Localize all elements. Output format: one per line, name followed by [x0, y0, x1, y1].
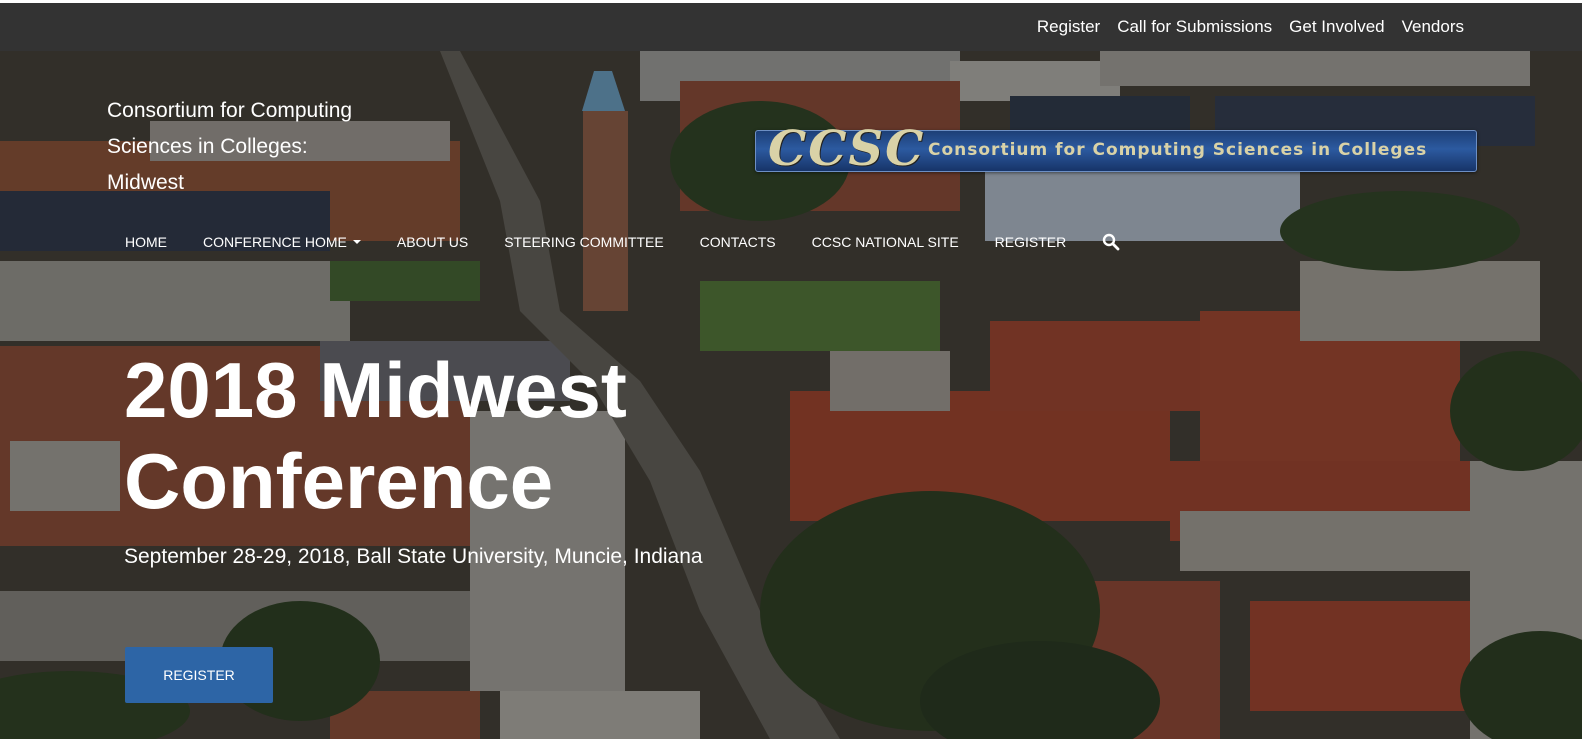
nav-about-us[interactable]: ABOUT US — [397, 234, 468, 250]
site-title[interactable]: Consortium for Computing Sciences in Col… — [107, 93, 387, 201]
ccsc-logo-mark: CCSC — [768, 121, 926, 177]
hero-subtitle: September 28-29, 2018, Ball State Univer… — [124, 545, 703, 568]
top-link-call-for-submissions[interactable]: Call for Submissions — [1117, 17, 1272, 37]
ccsc-logo-tagline: Consortium for Computing Sciences in Col… — [928, 140, 1428, 160]
nav-home[interactable]: HOME — [125, 234, 167, 250]
nav-conference-home[interactable]: CONFERENCE HOME — [203, 234, 361, 250]
nav-ccsc-national-site[interactable]: CCSC NATIONAL SITE — [812, 234, 959, 250]
nav-steering-committee[interactable]: STEERING COMMITTEE — [504, 234, 663, 250]
ccsc-logo-banner[interactable]: CCSC Consortium for Computing Sciences i… — [755, 121, 1477, 177]
nav-search-button[interactable] — [1102, 233, 1120, 251]
nav-contacts[interactable]: CONTACTS — [700, 234, 776, 250]
site-title-line-2: Sciences in Colleges: — [107, 135, 308, 158]
top-link-register[interactable]: Register — [1037, 17, 1100, 37]
search-icon — [1103, 233, 1120, 251]
hero-headline-line-2: Conference — [124, 437, 554, 525]
nav-conference-home-label: CONFERENCE HOME — [203, 234, 347, 250]
hero-headline: 2018 Midwest Conference — [124, 345, 744, 527]
site-title-line-1: Consortium for Computing — [107, 99, 353, 122]
register-button[interactable]: REGISTER — [125, 647, 273, 703]
top-bar: Register Call for Submissions Get Involv… — [0, 3, 1582, 51]
caret-down-icon — [352, 240, 361, 244]
top-link-get-involved[interactable]: Get Involved — [1289, 17, 1384, 37]
hero-headline-line-1: 2018 Midwest — [124, 346, 627, 434]
main-nav: HOME CONFERENCE HOME ABOUT US STEERING C… — [125, 232, 1120, 252]
nav-register[interactable]: REGISTER — [995, 234, 1067, 250]
top-link-vendors[interactable]: Vendors — [1402, 17, 1464, 37]
hero-banner: Consortium for Computing Sciences in Col… — [0, 51, 1582, 739]
top-links: Register Call for Submissions Get Involv… — [1020, 3, 1464, 51]
site-title-line-3: Midwest — [107, 171, 185, 194]
